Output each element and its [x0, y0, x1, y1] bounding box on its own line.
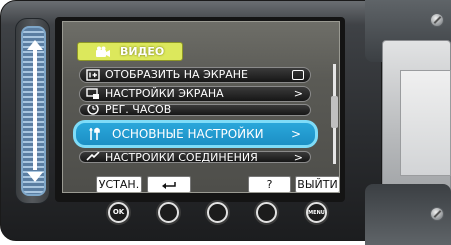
- screw-icon: [430, 13, 444, 27]
- scrollbar-thumb[interactable]: [331, 96, 338, 128]
- menu-item-connection-settings[interactable]: НАСТРОЙКИ СОЕДИНЕНИЯ >: [79, 151, 311, 163]
- return-arrow-icon: [162, 182, 176, 189]
- exit-button[interactable]: ВЫЙТИ: [295, 176, 339, 192]
- hardware-button-4[interactable]: [256, 202, 277, 223]
- menu-item-basic-settings[interactable]: ОСНОВНЫЕ НАСТРОЙКИ >: [73, 120, 318, 148]
- touch-slider[interactable]: [15, 18, 50, 204]
- chevron-right-icon: >: [293, 87, 303, 100]
- chevron-right-icon: >: [293, 151, 303, 163]
- lcd-screen: ВИДЕО ОТОБРАЗИТЬ НА ЭКРАНЕ НАСТРОЙКИ ЭКР…: [62, 21, 340, 193]
- connection-settings-icon: [86, 152, 100, 161]
- video-camera-icon: [96, 46, 110, 57]
- menu-item-clock-setting[interactable]: РЕГ. ЧАСОВ: [79, 104, 311, 116]
- back-button[interactable]: [147, 176, 191, 192]
- hardware-button-2[interactable]: [158, 202, 179, 223]
- hinge-panel: [400, 70, 451, 176]
- menu-title: ВИДЕО: [120, 45, 165, 58]
- screen-settings-icon: [86, 88, 99, 99]
- chevron-right-icon: >: [290, 127, 301, 141]
- arrow-up-icon: [27, 40, 43, 50]
- slider-track[interactable]: [21, 26, 46, 196]
- menu-button[interactable]: MENU: [306, 202, 327, 223]
- ok-label: OK: [112, 208, 125, 216]
- clock-icon: [87, 105, 99, 115]
- hardware-button-3[interactable]: [207, 202, 228, 223]
- slider-bar: [33, 50, 37, 170]
- display-info-icon: [86, 69, 100, 81]
- arrow-down-icon: [27, 172, 43, 182]
- help-button[interactable]: ?: [248, 176, 291, 192]
- menu-item-label: РЕГ. ЧАСОВ: [105, 104, 172, 116]
- menu-title-tab: ВИДЕО: [77, 42, 183, 61]
- screw-icon: [430, 207, 444, 221]
- box-icon: [292, 70, 304, 80]
- ok-button[interactable]: OK: [108, 202, 129, 223]
- menu-item-label: ОСНОВНЫЕ НАСТРОЙКИ: [112, 127, 264, 141]
- menu-item-screen-settings[interactable]: НАСТРОЙКИ ЭКРАНА >: [79, 86, 311, 102]
- menu-item-display-on-screen[interactable]: ОТОБРАЗИТЬ НА ЭКРАНЕ: [79, 67, 311, 83]
- basic-settings-icon: [89, 127, 100, 140]
- set-button[interactable]: УСТАН.: [96, 176, 142, 192]
- menu-item-label: НАСТРОЙКИ ЭКРАНА: [105, 87, 224, 100]
- menu-item-label: ОТОБРАЗИТЬ НА ЭКРАНЕ: [105, 68, 248, 81]
- menu-item-label: НАСТРОЙКИ СОЕДИНЕНИЯ: [105, 151, 258, 163]
- menu-label: MENU: [308, 210, 325, 216]
